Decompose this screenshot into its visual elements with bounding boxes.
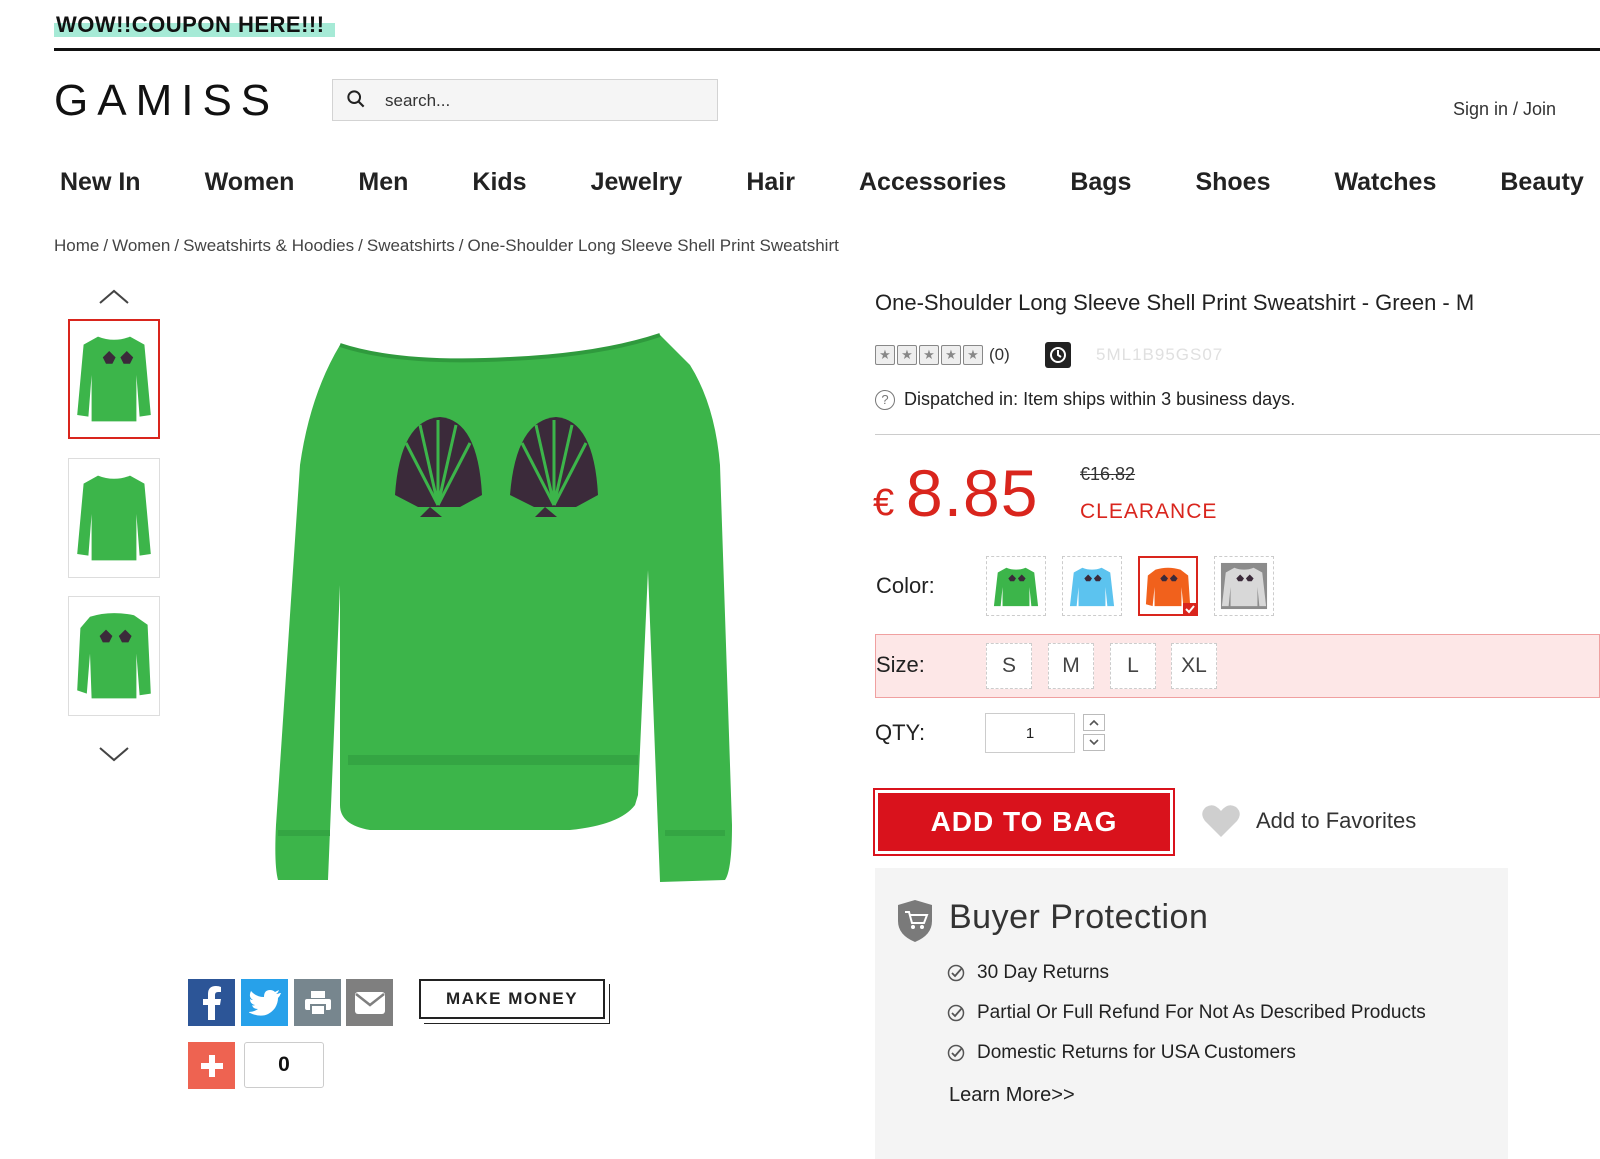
check-circle-icon [947,1044,965,1062]
dispatch-text: Dispatched in: Item ships within 3 busin… [904,389,1296,409]
favorites-label: Add to Favorites [1256,808,1417,833]
nav-item-jewelry[interactable]: Jewelry [591,168,683,204]
star-icon: ★ [875,345,895,365]
facebook-share-button[interactable] [188,979,235,1026]
breadcrumb-sweatshirts-hoodies[interactable]: Sweatshirts & Hoodies [183,236,354,255]
size-label: Size: [876,652,925,677]
protection-item: 30 Day Returns [947,962,1109,984]
sweatshirt-green-icon [993,567,1039,607]
color-swatch-blue[interactable] [1062,556,1122,616]
price-currency: € [873,482,895,524]
nav-item-accessories[interactable]: Accessories [859,168,1006,204]
twitter-icon [248,989,281,1016]
product-title: One-Shoulder Long Sleeve Shell Print Swe… [875,290,1475,315]
qty-increase-button[interactable] [1083,714,1105,731]
printer-icon [304,990,331,1016]
rating[interactable]: ★ ★ ★ ★ ★ (0) [875,343,1010,367]
star-icon: ★ [963,345,983,365]
search-input[interactable] [383,88,707,114]
coupon-banner[interactable]: WOW!!COUPON HERE!!! [54,8,335,42]
chevron-down-icon [1089,739,1099,746]
clearance-tag: CLEARANCE [1080,500,1218,523]
size-option-s[interactable]: S [986,643,1032,689]
nav-item-kids[interactable]: Kids [472,168,526,204]
search-box[interactable] [332,79,718,121]
buyer-protection-title: Buyer Protection [949,898,1209,936]
product-main-image [275,333,732,882]
learn-more-link[interactable]: Learn More>> [949,1084,1075,1107]
nav-item-shoes[interactable]: Shoes [1195,168,1270,204]
current-price: 8.85 [906,456,1039,530]
dispatch-info: ? Dispatched in: Item ships within 3 bus… [875,389,1295,410]
star-icon: ★ [897,345,917,365]
question-icon[interactable]: ? [875,389,895,410]
thumbnail-2[interactable] [68,458,160,578]
sweatshirt-back-thumbnail-icon [77,475,151,561]
clock-icon [1045,342,1071,368]
breadcrumb-women[interactable]: Women [112,236,170,255]
nav-item-beauty[interactable]: Beauty [1500,168,1583,204]
color-swatch-green[interactable] [986,556,1046,616]
protection-item: Domestic Returns for USA Customers [947,1042,1296,1064]
chevron-up-icon [1089,719,1099,726]
protection-item: Partial Or Full Refund For Not As Descri… [947,1002,1426,1024]
sweatshirt-side-thumbnail-icon [77,613,151,699]
breadcrumb-home[interactable]: Home [54,236,99,255]
heart-icon [1202,805,1240,837]
size-selector [875,634,1600,698]
add-share-button[interactable] [188,1042,235,1089]
make-money-button[interactable]: MAKE MONEY [419,979,605,1019]
nav-item-hair[interactable]: Hair [746,168,795,204]
facebook-icon [202,985,221,1020]
qty-decrease-button[interactable] [1083,734,1105,751]
breadcrumb: Home / Women / Sweatshirts & Hoodies / Sweatsh… [54,236,839,255]
nav-item-watches[interactable]: Watches [1334,168,1436,204]
search-icon [347,90,365,108]
envelope-icon [354,991,385,1014]
add-to-favorites-button[interactable]: Add to Favorites [1202,804,1416,838]
nav-item-bags[interactable]: Bags [1070,168,1131,204]
plus-icon [200,1054,223,1077]
add-to-bag-button[interactable]: ADD TO BAG [873,788,1175,856]
selected-check-icon [1183,603,1197,615]
nav-item-new-in[interactable]: New In [60,168,141,204]
color-label: Color: [876,573,935,598]
chevron-up-icon[interactable] [96,287,132,307]
sign-in-link[interactable]: Sign in / Join [1453,99,1556,120]
nav-item-women[interactable]: Women [205,168,295,204]
share-count: 0 [244,1042,324,1088]
header-divider [54,48,1600,51]
chevron-down-icon[interactable] [96,744,132,764]
print-button[interactable] [294,979,341,1026]
nav-item-men[interactable]: Men [358,168,408,204]
size-option-m[interactable]: M [1048,643,1094,689]
site-logo[interactable]: GAMISS [54,76,279,126]
star-icon: ★ [919,345,939,365]
color-swatch-orange[interactable] [1138,556,1198,616]
quantity-input[interactable]: 1 [985,713,1075,753]
color-swatch-gray[interactable] [1214,556,1274,616]
thumbnail-3[interactable] [68,596,160,716]
star-icon: ★ [941,345,961,365]
divider [875,434,1600,435]
shield-cart-icon [898,900,932,942]
breadcrumb-sweatshirts[interactable]: Sweatshirts [367,236,455,255]
check-circle-icon [947,964,965,982]
review-count[interactable]: (0) [989,345,1010,365]
size-option-l[interactable]: L [1110,643,1156,689]
qty-label: QTY: [875,720,926,745]
thumbnail-1[interactable] [68,319,160,439]
product-sku: 5ML1B95GS07 [1096,345,1224,364]
sweatshirt-blue-icon [1069,567,1115,607]
size-option-xl[interactable]: XL [1171,643,1217,689]
sweatshirt-thumbnail-icon [77,336,151,422]
main-nav: New In Women Men Kids Jewelry Hair Acces… [60,168,1600,204]
twitter-share-button[interactable] [241,979,288,1026]
breadcrumb-current: One-Shoulder Long Sleeve Shell Print Swe… [467,236,839,255]
check-circle-icon [947,1004,965,1022]
sweatshirt-gray-icon [1220,562,1268,610]
original-price: €16.82 [1080,464,1136,484]
email-share-button[interactable] [346,979,393,1026]
